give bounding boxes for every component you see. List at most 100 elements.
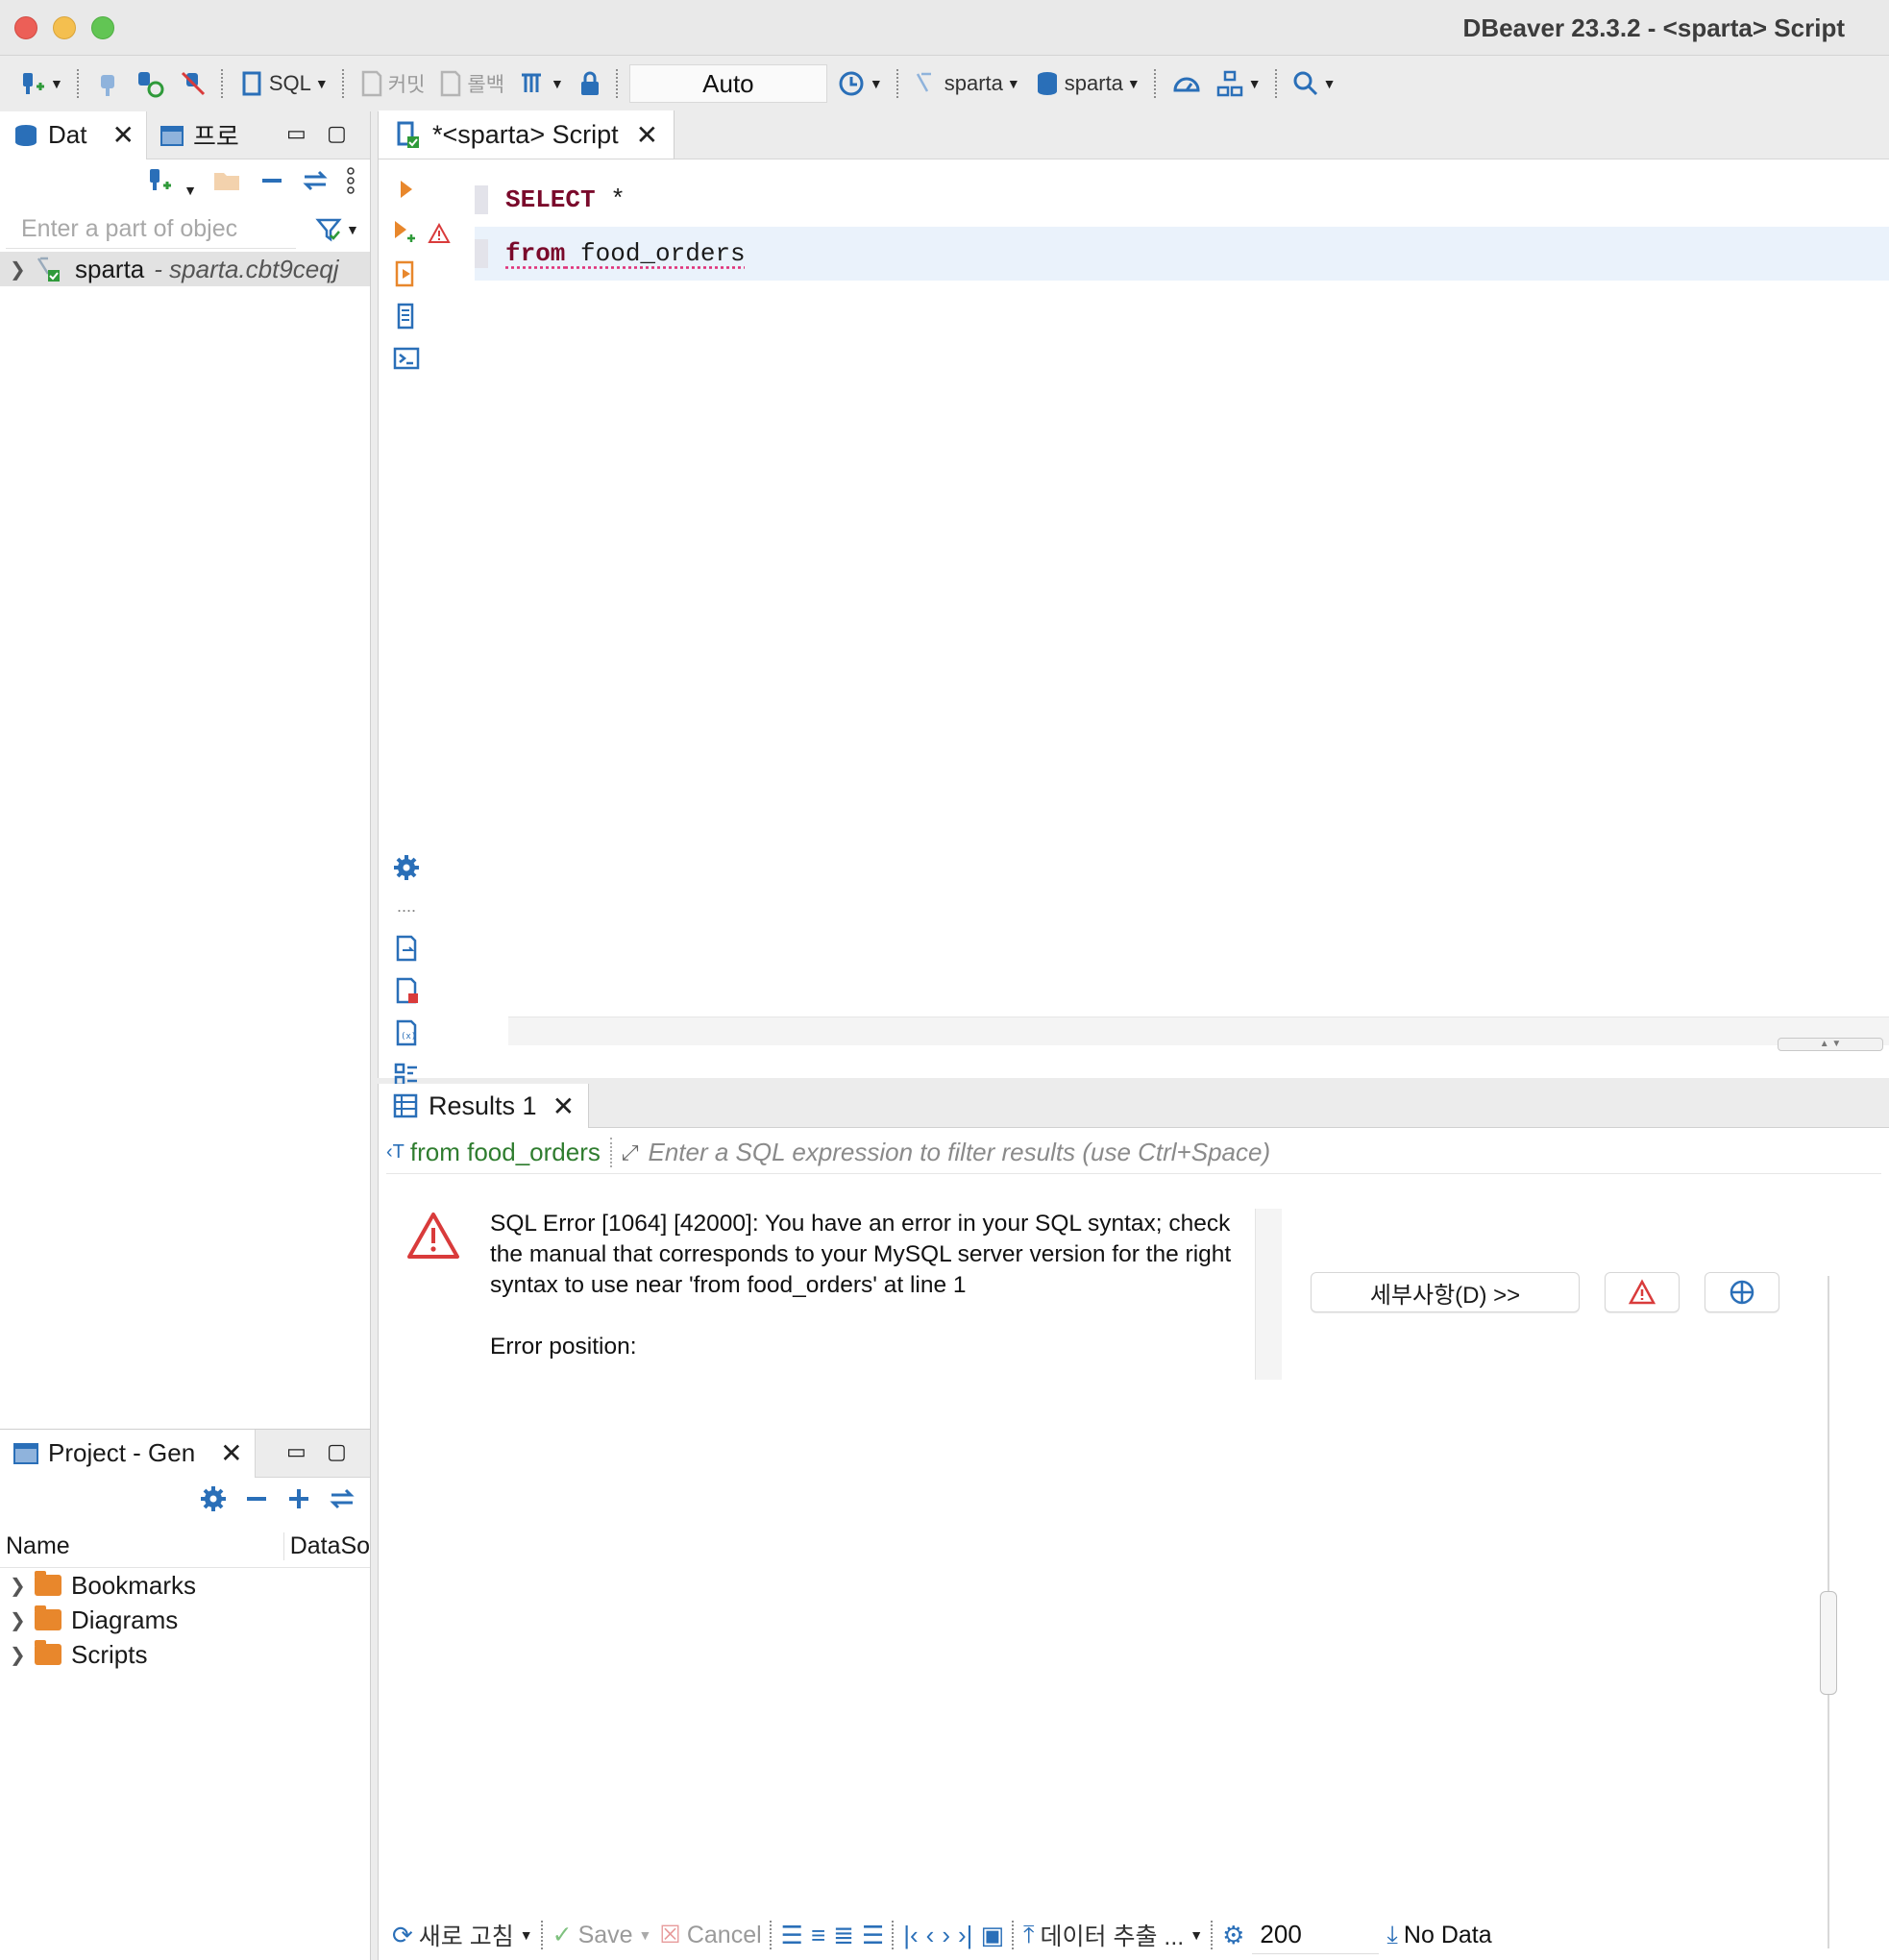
- minimize-icon[interactable]: ▭: [286, 1439, 307, 1464]
- tab-projects[interactable]: 프로: [147, 111, 251, 159]
- explain-plan-icon[interactable]: [392, 302, 421, 331]
- close-icon[interactable]: ✕: [552, 1090, 575, 1122]
- locate-error-button[interactable]: [1705, 1272, 1779, 1312]
- maximize-icon[interactable]: ▢: [327, 1439, 347, 1464]
- toolbar-separator: [896, 69, 900, 98]
- window-minimize-button[interactable]: [53, 16, 76, 39]
- tab-sparta-script[interactable]: *<sparta> Script ✕: [379, 110, 675, 159]
- column-datasource-header[interactable]: DataSo: [284, 1532, 370, 1560]
- add-row-icon[interactable]: ≡: [811, 1921, 825, 1950]
- export-script-icon[interactable]: [392, 934, 421, 963]
- expand-all-icon[interactable]: [285, 1485, 312, 1519]
- first-page-icon[interactable]: |‹: [903, 1921, 918, 1950]
- window-title: DBeaver 23.3.2 - <sparta> Script: [1463, 13, 1845, 43]
- refresh-button[interactable]: ⟳ 새로 고침 ▼: [392, 1918, 533, 1952]
- execute-statement-icon[interactable]: [392, 175, 421, 204]
- panel-split-handle[interactable]: ▲ ▼: [1778, 1038, 1883, 1051]
- chevron-down-icon: ▼: [50, 76, 63, 91]
- code-line-current[interactable]: from food_orders: [475, 227, 1889, 281]
- connect-button[interactable]: [90, 64, 125, 103]
- column-name-header[interactable]: Name: [0, 1532, 284, 1560]
- delete-row-icon[interactable]: ☰: [862, 1921, 884, 1950]
- disconnect-button[interactable]: [175, 64, 211, 103]
- gear-icon[interactable]: [392, 853, 421, 882]
- more-icon[interactable]: ....: [392, 892, 421, 920]
- tab-results-1[interactable]: Results 1 ✕: [379, 1084, 589, 1128]
- edit-row-icon[interactable]: ☰: [781, 1921, 803, 1950]
- chevron-right-icon[interactable]: ❯: [10, 1574, 25, 1598]
- minimize-icon[interactable]: ▭: [286, 121, 307, 146]
- rollback-icon: [438, 69, 463, 98]
- chevron-right-icon[interactable]: ❯: [10, 1643, 25, 1667]
- history-button[interactable]: ▼: [833, 64, 887, 103]
- filter-icon[interactable]: ▼: [315, 216, 359, 243]
- dashboard-button[interactable]: [1167, 64, 1206, 103]
- execute-script-icon[interactable]: [392, 259, 421, 288]
- expand-filter-icon[interactable]: ⤢: [622, 1140, 639, 1165]
- plug-icon: [94, 69, 121, 98]
- maximize-icon[interactable]: ▢: [327, 121, 347, 146]
- transaction-mode-select[interactable]: Auto: [629, 64, 827, 103]
- tab-database-navigator[interactable]: Dat ✕: [0, 111, 147, 159]
- editor-side-toolbar: .... (x): [379, 159, 446, 1078]
- tree-item-diagrams[interactable]: ❯ Diagrams: [0, 1603, 370, 1637]
- commit-button[interactable]: 커밋: [356, 64, 429, 103]
- cancel-button[interactable]: ☒ Cancel: [659, 1921, 761, 1949]
- results-tab-label: Results 1: [429, 1091, 537, 1121]
- transaction-mode-button[interactable]: ▼: [514, 64, 568, 103]
- results-filter-input[interactable]: Enter a SQL expression to filter results…: [648, 1138, 1881, 1167]
- collapse-all-icon[interactable]: [243, 1485, 270, 1519]
- view-menu-icon[interactable]: [345, 166, 356, 202]
- fetch-all-icon[interactable]: ▣: [980, 1921, 1004, 1950]
- close-icon[interactable]: ✕: [636, 119, 658, 151]
- tree-item-bookmarks[interactable]: ❯ Bookmarks: [0, 1568, 370, 1603]
- active-datasource-select[interactable]: sparta ▼: [910, 64, 1024, 103]
- active-schema-select[interactable]: sparta ▼: [1030, 64, 1144, 103]
- reconnect-button[interactable]: [131, 64, 169, 103]
- close-icon[interactable]: ✕: [111, 119, 134, 151]
- chevron-right-icon[interactable]: ❯: [10, 257, 25, 282]
- tree-item-label: Bookmarks: [71, 1571, 196, 1601]
- gear-icon[interactable]: [199, 1484, 228, 1520]
- gear-icon[interactable]: ⚙: [1222, 1921, 1244, 1950]
- link-with-editor-icon[interactable]: [328, 1485, 356, 1519]
- new-connection-button[interactable]: ▼: [13, 64, 67, 103]
- sql-script-icon: [394, 119, 423, 150]
- search-icon: [1292, 70, 1319, 97]
- query-text-chip[interactable]: ‹T from food_orders: [386, 1138, 612, 1167]
- show-error-log-button[interactable]: [1605, 1272, 1680, 1312]
- tree-item-scripts[interactable]: ❯ Scripts: [0, 1637, 370, 1672]
- details-button[interactable]: 세부사항(D) >>: [1311, 1272, 1580, 1312]
- search-button[interactable]: ▼: [1288, 64, 1340, 103]
- link-with-editor-icon[interactable]: [301, 167, 330, 201]
- code-line[interactable]: SELECT *: [475, 173, 1889, 227]
- variables-icon[interactable]: (x): [392, 1018, 421, 1047]
- export-data-button[interactable]: ⤒ 데이터 추출 ... ▼: [1023, 1918, 1203, 1952]
- refresh-icon: ⟳: [392, 1921, 413, 1950]
- window-close-button[interactable]: [14, 16, 37, 39]
- window-zoom-button[interactable]: [91, 16, 114, 39]
- navigator-filter-input[interactable]: [6, 210, 296, 249]
- copy-row-icon[interactable]: ≣: [833, 1921, 854, 1950]
- side-panel-toggle[interactable]: [1820, 1591, 1837, 1695]
- next-page-icon[interactable]: ›: [942, 1921, 950, 1950]
- last-page-icon[interactable]: ›|: [958, 1921, 972, 1950]
- sql-editor-button[interactable]: SQL ▼: [234, 64, 332, 103]
- save-button[interactable]: ✓ Save ▼: [552, 1921, 652, 1949]
- new-connection-icon[interactable]: ▼: [146, 166, 197, 202]
- previous-page-icon[interactable]: ‹: [926, 1921, 935, 1950]
- problems-icon[interactable]: [392, 976, 421, 1005]
- erd-button[interactable]: ▼: [1212, 64, 1265, 103]
- fetch-size-input[interactable]: 200: [1252, 1916, 1379, 1954]
- tab-project-general[interactable]: Project - Gen ✕: [0, 1430, 256, 1478]
- horizontal-scrollbar[interactable]: ▲ ▼: [508, 1017, 1889, 1045]
- code-editor[interactable]: SELECT * from food_orders: [475, 159, 1889, 1024]
- chevron-right-icon[interactable]: ❯: [10, 1608, 25, 1632]
- collapse-all-icon[interactable]: [258, 167, 285, 201]
- close-icon[interactable]: ✕: [220, 1437, 242, 1469]
- tree-item-connection[interactable]: ❯ sparta - sparta.cbt9ceqj: [0, 252, 370, 286]
- lock-button[interactable]: [574, 64, 606, 103]
- terminal-icon[interactable]: [392, 344, 421, 373]
- new-folder-icon[interactable]: [212, 167, 243, 201]
- rollback-button[interactable]: 롤백: [434, 64, 508, 103]
